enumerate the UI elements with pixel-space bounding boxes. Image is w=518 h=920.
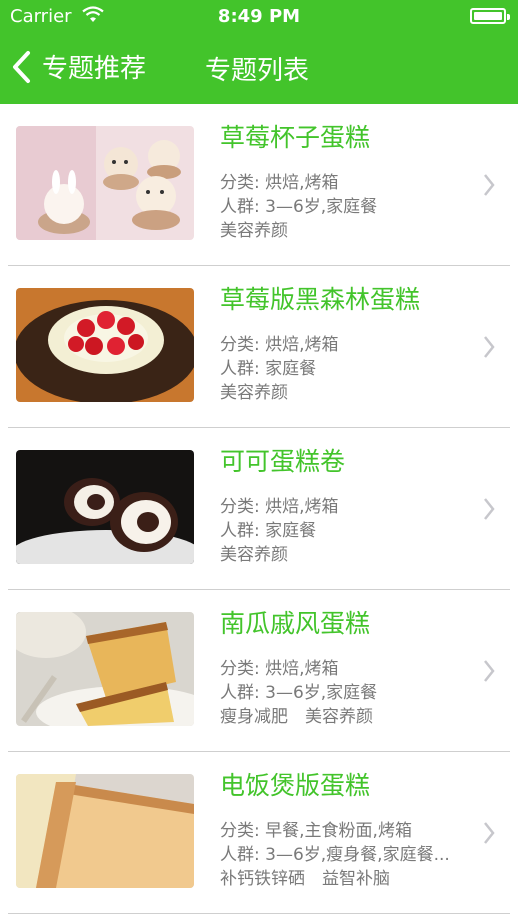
recipe-category: 分类: 早餐,主食粉面,烤箱 <box>220 821 412 841</box>
header: Carrier 8:49 PM 专题推荐 专题列表 <box>0 0 518 104</box>
back-button-label: 专题推荐 <box>42 54 147 84</box>
recipe-name: 草莓版黑森林蛋糕 <box>220 285 421 314</box>
list-item[interactable]: 南瓜戚风蛋糕 分类: 烘焙,烤箱 人群: 3—6岁,家庭餐 瘦身减肥 美容养颜 <box>0 590 518 752</box>
page-title: 专题列表 <box>205 56 310 86</box>
back-button[interactable]: 专题推荐 <box>10 48 146 85</box>
status-bar: Carrier 8:49 PM <box>0 0 518 34</box>
recipe-audience: 人群: 3—6岁,家庭餐 <box>220 683 378 703</box>
list-item[interactable]: 草莓杯子蛋糕 分类: 烘焙,烤箱 人群: 3—6岁,家庭餐 美容养颜 <box>0 104 518 266</box>
chevron-right-icon <box>484 660 495 682</box>
chevron-right-icon <box>484 498 495 520</box>
recipe-name: 南瓜戚风蛋糕 <box>220 609 371 638</box>
navigation-bar: 专题推荐 专题列表 <box>0 40 518 96</box>
recipe-audience: 人群: 3—6岁,瘦身餐,家庭餐... <box>220 845 450 865</box>
list-item[interactable]: 可可蛋糕卷 分类: 烘焙,烤箱 人群: 家庭餐 美容养颜 <box>0 428 518 590</box>
chevron-left-icon <box>13 50 30 83</box>
recipe-audience: 人群: 家庭餐 <box>220 521 317 541</box>
chevron-right-icon <box>484 174 495 196</box>
cocoa-roll-photo <box>16 450 194 564</box>
cupcake-photo <box>16 126 194 240</box>
rice-cooker-cake-photo <box>16 774 194 888</box>
recipe-name: 电饭煲版蛋糕 <box>220 771 371 800</box>
recipe-audience: 人群: 3—6岁,家庭餐 <box>220 197 378 217</box>
list-item[interactable]: 草莓版黑森林蛋糕 分类: 烘焙,烤箱 人群: 家庭餐 美容养颜 <box>0 266 518 428</box>
recipe-category: 分类: 烘焙,烤箱 <box>220 659 339 679</box>
recipe-name: 可可蛋糕卷 <box>220 447 346 476</box>
recipe-tags: 美容养颜 <box>220 383 288 403</box>
chevron-right-icon <box>484 336 495 358</box>
chevron-right-icon <box>484 822 495 844</box>
recipe-audience: 人群: 家庭餐 <box>220 359 317 379</box>
recipe-name: 草莓杯子蛋糕 <box>220 123 371 152</box>
recipe-tags: 补钙铁锌硒 益智补脑 <box>220 869 390 889</box>
recipe-category: 分类: 烘焙,烤箱 <box>220 173 339 193</box>
battery-icon <box>470 8 510 24</box>
recipe-tags: 美容养颜 <box>220 221 288 241</box>
recipe-list: 草莓杯子蛋糕 分类: 烘焙,烤箱 人群: 3—6岁,家庭餐 美容养颜 草莓版黑森… <box>0 104 518 914</box>
list-item[interactable]: 电饭煲版蛋糕 分类: 早餐,主食粉面,烤箱 人群: 3—6岁,瘦身餐,家庭餐..… <box>0 752 518 914</box>
recipe-tags: 美容养颜 <box>220 545 288 565</box>
recipe-category: 分类: 烘焙,烤箱 <box>220 335 339 355</box>
recipe-category: 分类: 烘焙,烤箱 <box>220 497 339 517</box>
chiffon-cake-photo <box>16 612 194 726</box>
black-forest-cake-photo <box>16 288 194 402</box>
clock: 8:49 PM <box>217 6 301 27</box>
recipe-tags: 瘦身减肥 美容养颜 <box>220 707 373 727</box>
divider <box>8 913 510 914</box>
